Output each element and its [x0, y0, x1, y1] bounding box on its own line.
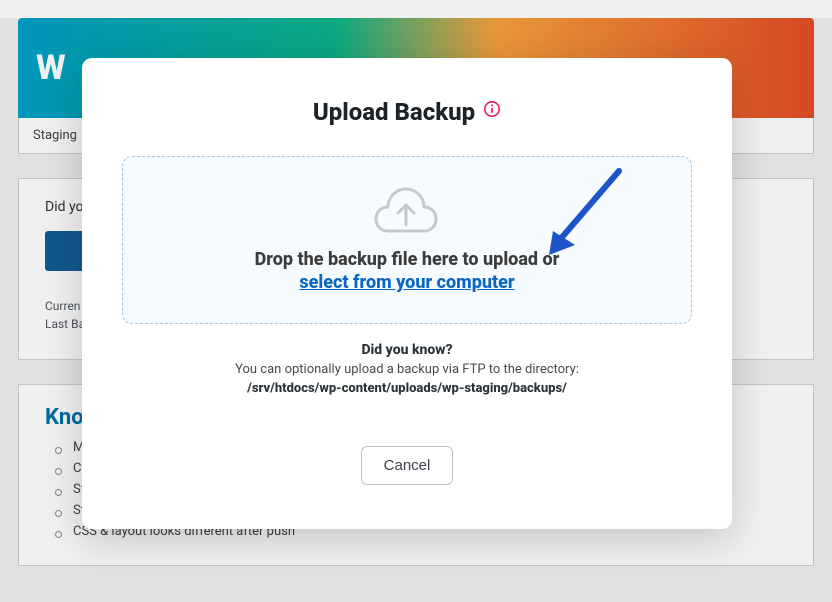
- did-you-know-path: /srv/htdocs/wp-content/uploads/wp-stagin…: [122, 381, 692, 396]
- upload-dropzone[interactable]: Drop the backup file here to upload or s…: [122, 156, 692, 324]
- did-you-know: Did you know? You can optionally upload …: [122, 342, 692, 396]
- annotation-arrow-icon: [541, 165, 631, 265]
- modal-title: Upload Backup: [122, 98, 692, 126]
- did-you-know-title: Did you know?: [122, 342, 692, 358]
- modal-title-text: Upload Backup: [313, 98, 475, 126]
- info-icon[interactable]: [483, 100, 501, 118]
- upload-backup-modal: Upload Backup Drop the backup file here …: [82, 58, 732, 529]
- cancel-button[interactable]: Cancel: [361, 446, 454, 485]
- did-you-know-text: You can optionally upload a backup via F…: [122, 362, 692, 377]
- select-from-computer-link[interactable]: select from your computer: [143, 272, 671, 293]
